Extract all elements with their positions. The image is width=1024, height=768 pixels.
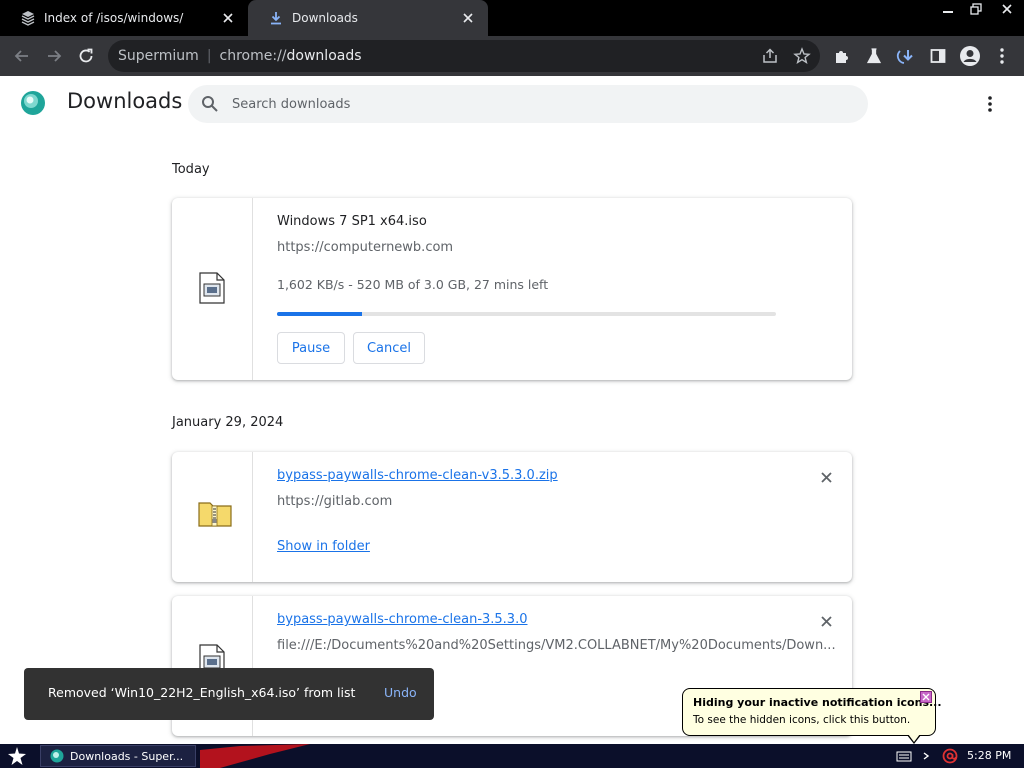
download-filename-link[interactable]: bypass-paywalls-chrome-clean-3.5.3.0 (277, 612, 528, 627)
tab-index-of-isos[interactable]: Index of /isos/windows/ (0, 0, 248, 36)
at-sign-tray-icon[interactable] (942, 748, 958, 764)
supermium-logo-icon (20, 90, 46, 116)
remove-from-list-icon[interactable] (818, 613, 834, 629)
download-icon (268, 10, 284, 26)
download-card: bypass-paywalls-chrome-clean-v3.5.3.0.zi… (172, 452, 852, 582)
minimize-icon[interactable] (934, 0, 962, 18)
extensions-puzzle-icon[interactable] (830, 44, 854, 68)
tab-close-icon[interactable] (218, 8, 238, 28)
search-box[interactable] (188, 85, 868, 123)
search-icon (200, 94, 220, 114)
omnibox-url: chrome://downloads (220, 48, 362, 64)
remove-from-list-icon[interactable] (818, 469, 834, 485)
downloads-header: Downloads (0, 76, 1024, 132)
system-clock: 5:28 PM (967, 749, 1012, 762)
download-filename: Windows 7 SP1 x64.iso (277, 214, 427, 229)
taskbar-item-downloads[interactable]: Downloads - Super... (40, 745, 196, 767)
download-source-url: file:///E:/Documents%20and%20Settings/VM… (277, 638, 836, 653)
tab-title: Index of /isos/windows/ (44, 11, 184, 25)
balloon-title: Hiding your inactive notification icons.… (693, 696, 942, 709)
undo-button[interactable]: Undo (384, 685, 417, 700)
section-date-heading: January 29, 2024 (172, 415, 284, 430)
omnibox-brand: Supermium (118, 48, 199, 64)
bookmark-star-icon[interactable] (792, 46, 812, 66)
card-icon-column (172, 198, 253, 380)
pause-button[interactable]: Pause (277, 332, 345, 364)
tab-downloads[interactable]: Downloads (248, 0, 488, 36)
keyboard-icon[interactable] (896, 748, 912, 764)
taskbar-wallpaper-accent (200, 744, 320, 768)
tab-strip: Index of /isos/windows/ Downloads (0, 0, 1024, 36)
undo-toast: Removed ‘Win10_22H2_English_x64.iso’ fro… (24, 668, 434, 720)
browser-toolbar: Supermium | chrome://downloads (0, 36, 1024, 76)
share-icon[interactable] (760, 46, 780, 66)
tab-title: Downloads (292, 11, 358, 25)
download-filename-link[interactable]: bypass-paywalls-chrome-clean-v3.5.3.0.zi… (277, 468, 558, 483)
page-title: Downloads (67, 89, 183, 113)
section-date-heading: Today (172, 162, 210, 177)
iso-file-icon (198, 272, 226, 304)
download-status: 1,602 KB/s - 520 MB of 3.0 GB, 27 mins l… (277, 277, 549, 292)
omnibox-path: downloads (286, 48, 362, 64)
balloon-close-icon[interactable] (920, 691, 932, 703)
tray-expand-chevron-icon[interactable] (918, 748, 934, 764)
toast-message: Removed ‘Win10_22H2_English_x64.iso’ fro… (48, 685, 356, 700)
search-input[interactable] (232, 85, 832, 123)
zip-folder-icon (198, 498, 232, 530)
reload-icon[interactable] (70, 40, 102, 72)
omnibox-scheme: chrome:// (219, 48, 287, 64)
taskbar-item-label: Downloads - Super... (70, 749, 184, 763)
address-bar[interactable]: Supermium | chrome://downloads (108, 40, 820, 72)
notification-balloon: Hiding your inactive notification icons.… (682, 688, 942, 744)
download-source-url: https://gitlab.com (277, 494, 393, 509)
browser-menu-icon[interactable] (990, 44, 1014, 68)
more-actions-icon[interactable] (978, 92, 1002, 116)
flask-icon[interactable] (862, 44, 886, 68)
side-panel-icon[interactable] (926, 44, 950, 68)
taskbar: Downloads - Super... 5:28 PM (0, 744, 1024, 768)
card-icon-column (172, 452, 253, 582)
download-source-url: https://computernewb.com (277, 240, 454, 255)
tab-close-icon[interactable] (458, 8, 478, 28)
restore-icon[interactable] (962, 0, 990, 18)
omnibox-separator: | (206, 48, 212, 64)
close-icon[interactable] (990, 0, 1024, 18)
supermium-taskbar-icon (50, 749, 64, 763)
profile-avatar-icon[interactable] (958, 44, 982, 68)
download-card: Windows 7 SP1 x64.iso https://computerne… (172, 198, 852, 380)
download-progress-bar (277, 312, 776, 316)
balloon-tail-inner (908, 734, 920, 742)
downloads-toolbar-icon[interactable] (894, 44, 918, 68)
site-favicon-icon (20, 10, 36, 26)
back-arrow-icon[interactable] (6, 40, 38, 72)
forward-arrow-icon[interactable] (38, 40, 70, 72)
start-star-icon[interactable] (4, 745, 30, 767)
window-controls (934, 0, 1024, 18)
show-in-folder-link[interactable]: Show in folder (277, 539, 370, 554)
cancel-button[interactable]: Cancel (353, 332, 425, 364)
balloon-body: To see the hidden icons, click this butt… (693, 714, 911, 726)
download-progress-fill (277, 312, 362, 316)
